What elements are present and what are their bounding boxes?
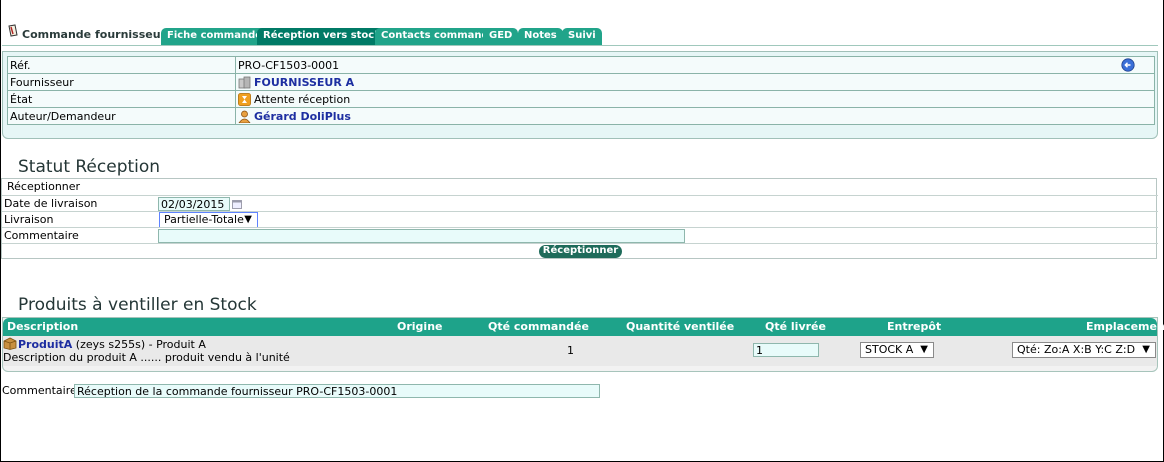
info-row-ref: Réf. PRO-CF1503-0001 (7, 56, 1155, 74)
back-arrow-icon[interactable] (1121, 58, 1135, 72)
product-description: Description du produit A ...... produit … (3, 351, 290, 364)
livraison-select[interactable]: Partielle-Totale ▼ (159, 212, 258, 228)
entrepot-select[interactable]: STOCK A ▼ (860, 342, 934, 358)
date-input[interactable]: 02/03/2015 (158, 197, 230, 211)
col-description: Description (7, 320, 79, 333)
reception-form-header: Réceptionner (7, 180, 81, 193)
col-emplacement: Emplacement (1086, 320, 1164, 333)
tab-fiche-commande[interactable]: Fiche commande (161, 28, 269, 45)
user-icon (238, 110, 251, 123)
table-row: ProduitA (zeys s255s) - Produit A Descri… (3, 336, 1157, 366)
livraison-row: Livraison Partielle-Totale ▼ (2, 211, 1158, 228)
col-origine: Origine (397, 320, 443, 333)
tab-suivi[interactable]: Suivi (562, 28, 602, 45)
tab-ged[interactable]: GED (483, 28, 519, 45)
col-entrepot: Entrepôt (887, 320, 942, 333)
entrepot-select-value: STOCK A (865, 343, 914, 356)
etat-value: Attente réception (254, 92, 351, 106)
tab-reception-vers-stocks[interactable]: Réception vers stocks (257, 28, 393, 45)
col-quantite-ventilee: Quantité ventilée (626, 320, 735, 333)
reception-form: Réceptionner Date de livraison 02/03/201… (1, 178, 1158, 259)
page-title: Commande fournisseur (22, 27, 166, 41)
product-qte-commandee: 1 (567, 344, 574, 357)
company-icon (238, 76, 251, 89)
emplacement-select-value: Qté: Zo:A X:B Y:C Z:D (1017, 343, 1136, 356)
chevron-down-icon: ▼ (244, 214, 252, 225)
info-row-fournisseur: Fournisseur FOURNISSEUR A (7, 73, 1155, 91)
products-table: Description Origine Qté commandée Quanti… (2, 317, 1164, 372)
chevron-down-icon: ▼ (920, 344, 928, 355)
info-row-etat: État Attente réception (7, 90, 1155, 108)
qte-livree-input[interactable]: 1 (753, 343, 819, 357)
date-row: Date de livraison 02/03/2015 (2, 195, 1158, 211)
ref-value: PRO-CF1503-0001 (238, 58, 340, 72)
comment-label: Commentaire (4, 229, 79, 242)
comment-input[interactable] (158, 229, 685, 243)
emplacement-select[interactable]: Qté: Zo:A X:B Y:C Z:D ▼ (1012, 342, 1156, 358)
livraison-label: Livraison (4, 213, 54, 226)
fournisseur-label: Fournisseur (7, 73, 236, 91)
comment-row: Commentaire (2, 227, 1158, 243)
page-header: Commande fournisseur (6, 24, 166, 41)
tab-notes[interactable]: Notes (518, 28, 563, 45)
chevron-down-icon: ▼ (1142, 344, 1150, 355)
receptionner-button[interactable]: Réceptionner (539, 245, 622, 258)
auteur-label: Auteur/Demandeur (7, 107, 236, 125)
tab-divider (2, 45, 1158, 46)
etat-label: État (7, 90, 236, 108)
bottom-comment-label: Commentaire : (2, 384, 84, 397)
livraison-select-value: Partielle-Totale (164, 213, 244, 226)
button-row: Réceptionner (2, 243, 1158, 259)
col-qte-commandee: Qté commandée (488, 320, 589, 333)
info-row-auteur: Auteur/Demandeur Gérard DoliPlus (7, 107, 1155, 125)
comment-section: Commentaire : (2, 384, 84, 397)
status-icon (238, 92, 251, 106)
product-icon (3, 337, 17, 350)
calendar-icon[interactable] (232, 199, 242, 209)
products-table-header: Description Origine Qté commandée Quanti… (3, 318, 1164, 336)
products-section-title: Produits à ventiller en Stock (18, 295, 257, 315)
order-info-card: Réf. PRO-CF1503-0001 Fournisseur FOURNIS… (2, 51, 1158, 139)
product-ref-extra: (zeys s255s) - Produit A (75, 338, 206, 351)
reception-section-title: Statut Réception (18, 157, 161, 177)
date-label: Date de livraison (4, 197, 98, 210)
product-link[interactable]: ProduitA (18, 338, 72, 351)
col-qte-livree: Qté livrée (765, 320, 826, 333)
bottom-comment-input[interactable]: Réception de la commande fournisseur PRO… (74, 384, 600, 398)
ref-label: Réf. (7, 56, 236, 74)
order-icon (6, 24, 19, 38)
auteur-link[interactable]: Gérard DoliPlus (254, 110, 351, 123)
order-info-table: Réf. PRO-CF1503-0001 Fournisseur FOURNIS… (7, 56, 1155, 125)
fournisseur-link[interactable]: FOURNISSEUR A (254, 76, 354, 89)
